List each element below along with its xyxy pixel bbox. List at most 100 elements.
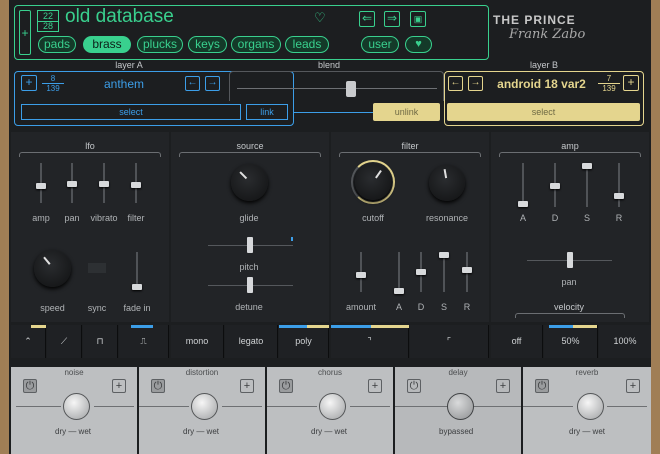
fx-delay-title: delay <box>448 368 468 377</box>
filter-highpass-button[interactable]: ⌜ <box>410 325 489 358</box>
velocity-50-button[interactable]: 50% <box>544 325 598 358</box>
fx-reverb-out-arrow <box>607 406 647 407</box>
pitch-handle[interactable] <box>247 237 253 253</box>
resonance-knob[interactable] <box>429 165 465 201</box>
poly-button[interactable]: poly <box>279 325 329 358</box>
fx-delay-panel: delay ⏻ + bypassed <box>395 367 521 454</box>
fx-delay-power-icon[interactable]: ⏻ <box>407 379 421 393</box>
category-pads[interactable]: pads <box>38 36 76 53</box>
category-keys[interactable]: keys <box>188 36 227 53</box>
lfo-pan-fader[interactable] <box>67 163 77 203</box>
triangle-wave-icon: ⌃ <box>24 336 32 346</box>
preset-next-button[interactable]: ⇒ <box>384 11 400 27</box>
layer-b-name[interactable]: android 18 var2 <box>489 77 594 91</box>
lfo-fade-in-fader[interactable] <box>132 252 142 290</box>
mono-button[interactable]: mono <box>171 325 224 358</box>
filter-a-fader[interactable] <box>394 252 404 294</box>
fx-chorus-power-icon[interactable]: ⏻ <box>279 379 293 393</box>
fx-reverb-in-arrow <box>523 406 573 407</box>
lfo-pan-handle[interactable] <box>67 181 77 187</box>
lfo-filter-handle[interactable] <box>131 182 141 188</box>
amp-pan-handle[interactable] <box>567 252 573 268</box>
layer-a-select-button[interactable]: select <box>21 104 241 120</box>
filter-r-fader[interactable] <box>462 252 472 292</box>
fx-noise-power-icon[interactable]: ⏻ <box>23 379 37 393</box>
layer-a-prev-button[interactable]: ← <box>185 76 200 91</box>
lfo-speed-indicator <box>42 256 51 265</box>
cutoff-knob[interactable] <box>355 164 391 200</box>
link-button[interactable]: link <box>246 104 288 120</box>
lfo-shape-saw[interactable]: ⟋ <box>47 325 82 358</box>
fx-noise-add-button[interactable]: + <box>112 379 126 393</box>
amp-s-handle[interactable] <box>582 163 592 169</box>
fx-noise-out-arrow <box>94 406 134 407</box>
layer-b-add-button[interactable]: + <box>623 75 639 91</box>
category-plucks[interactable]: plucks <box>137 36 183 53</box>
preset-prev-button[interactable]: ⇐ <box>359 11 375 27</box>
layer-a-name[interactable]: anthem <box>69 77 179 91</box>
layer-a-next-button[interactable]: → <box>205 76 220 91</box>
layer-a-add-button[interactable]: + <box>21 75 37 91</box>
velocity-off-button[interactable]: off <box>491 325 543 358</box>
save-icon[interactable]: ▣ <box>410 11 426 27</box>
lfo-vibrato-handle[interactable] <box>99 181 109 187</box>
amp-s-fader[interactable] <box>582 163 592 207</box>
category-organs[interactable]: organs <box>231 36 281 53</box>
amp-d-handle[interactable] <box>550 183 560 189</box>
preset-name[interactable]: old database <box>65 6 174 28</box>
filter-s-handle[interactable] <box>439 252 449 258</box>
heart-filter-icon[interactable]: ♥ <box>405 36 432 53</box>
amp-a-handle[interactable] <box>518 201 528 207</box>
category-brass[interactable]: brass <box>83 36 131 53</box>
fx-noise-mix-knob[interactable] <box>63 393 90 420</box>
layer-b-next-button[interactable]: → <box>468 76 483 91</box>
filter-a-handle[interactable] <box>394 288 404 294</box>
fx-distortion-add-button[interactable]: + <box>240 379 254 393</box>
lfo-amp-handle[interactable] <box>36 183 46 189</box>
filter-s-fader[interactable] <box>439 252 449 292</box>
detune-handle[interactable] <box>247 277 253 293</box>
user-button[interactable]: user <box>361 36 399 53</box>
fx-delay-mix-knob[interactable] <box>447 393 474 420</box>
fx-delay-add-button[interactable]: + <box>496 379 510 393</box>
lfo-sync-toggle[interactable] <box>88 263 106 273</box>
lfo-shape-random[interactable]: ⎍ <box>119 325 169 358</box>
filter-lowpass-button[interactable]: ⌝ <box>331 325 409 358</box>
layer-b-select-button[interactable]: select <box>447 103 640 121</box>
lfo-fade-in-handle[interactable] <box>132 284 142 290</box>
preset-add-button[interactable]: + <box>19 10 31 55</box>
lfo-speed-label: speed <box>40 303 65 313</box>
fx-chorus-mix-knob[interactable] <box>319 393 346 420</box>
amp-r-fader[interactable] <box>614 163 624 207</box>
lfo-vibrato-fader[interactable] <box>99 163 109 203</box>
category-leads[interactable]: leads <box>285 36 329 53</box>
layer-b-total: 139 <box>602 84 616 93</box>
filter-d-handle[interactable] <box>416 269 426 275</box>
layer-b-prev-button[interactable]: ← <box>448 76 463 91</box>
unlink-button[interactable]: unlink <box>373 103 440 121</box>
glide-knob[interactable] <box>231 164 268 201</box>
filter-d-fader[interactable] <box>416 252 426 292</box>
fx-reverb-mix-knob[interactable] <box>577 393 604 420</box>
fx-distortion-mix-knob[interactable] <box>191 393 218 420</box>
filter-amount-handle[interactable] <box>356 272 366 278</box>
amp-a-fader[interactable] <box>518 163 528 207</box>
fx-reverb-power-icon[interactable]: ⏻ <box>535 379 549 393</box>
fx-reverb-add-button[interactable]: + <box>626 379 640 393</box>
lfo-shape-square[interactable]: ⊓ <box>83 325 118 358</box>
legato-button[interactable]: legato <box>225 325 278 358</box>
layer-a-index: 8 <box>42 74 64 84</box>
lfo-amp-fader[interactable] <box>36 163 46 203</box>
lfo-filter-fader[interactable] <box>131 163 141 203</box>
amp-r-handle[interactable] <box>614 193 624 199</box>
blend-handle[interactable] <box>346 81 356 97</box>
lfo-shape-triangle[interactable]: ⌃ <box>11 325 46 358</box>
filter-r-handle[interactable] <box>462 267 472 273</box>
filter-amount-fader[interactable] <box>356 252 366 292</box>
fx-distortion-power-icon[interactable]: ⏻ <box>151 379 165 393</box>
favorite-heart-icon[interactable]: ♡ <box>314 10 326 26</box>
velocity-100-button[interactable]: 100% <box>599 325 651 358</box>
lfo-speed-knob[interactable] <box>34 250 71 287</box>
fx-chorus-add-button[interactable]: + <box>368 379 382 393</box>
amp-d-fader[interactable] <box>550 163 560 207</box>
